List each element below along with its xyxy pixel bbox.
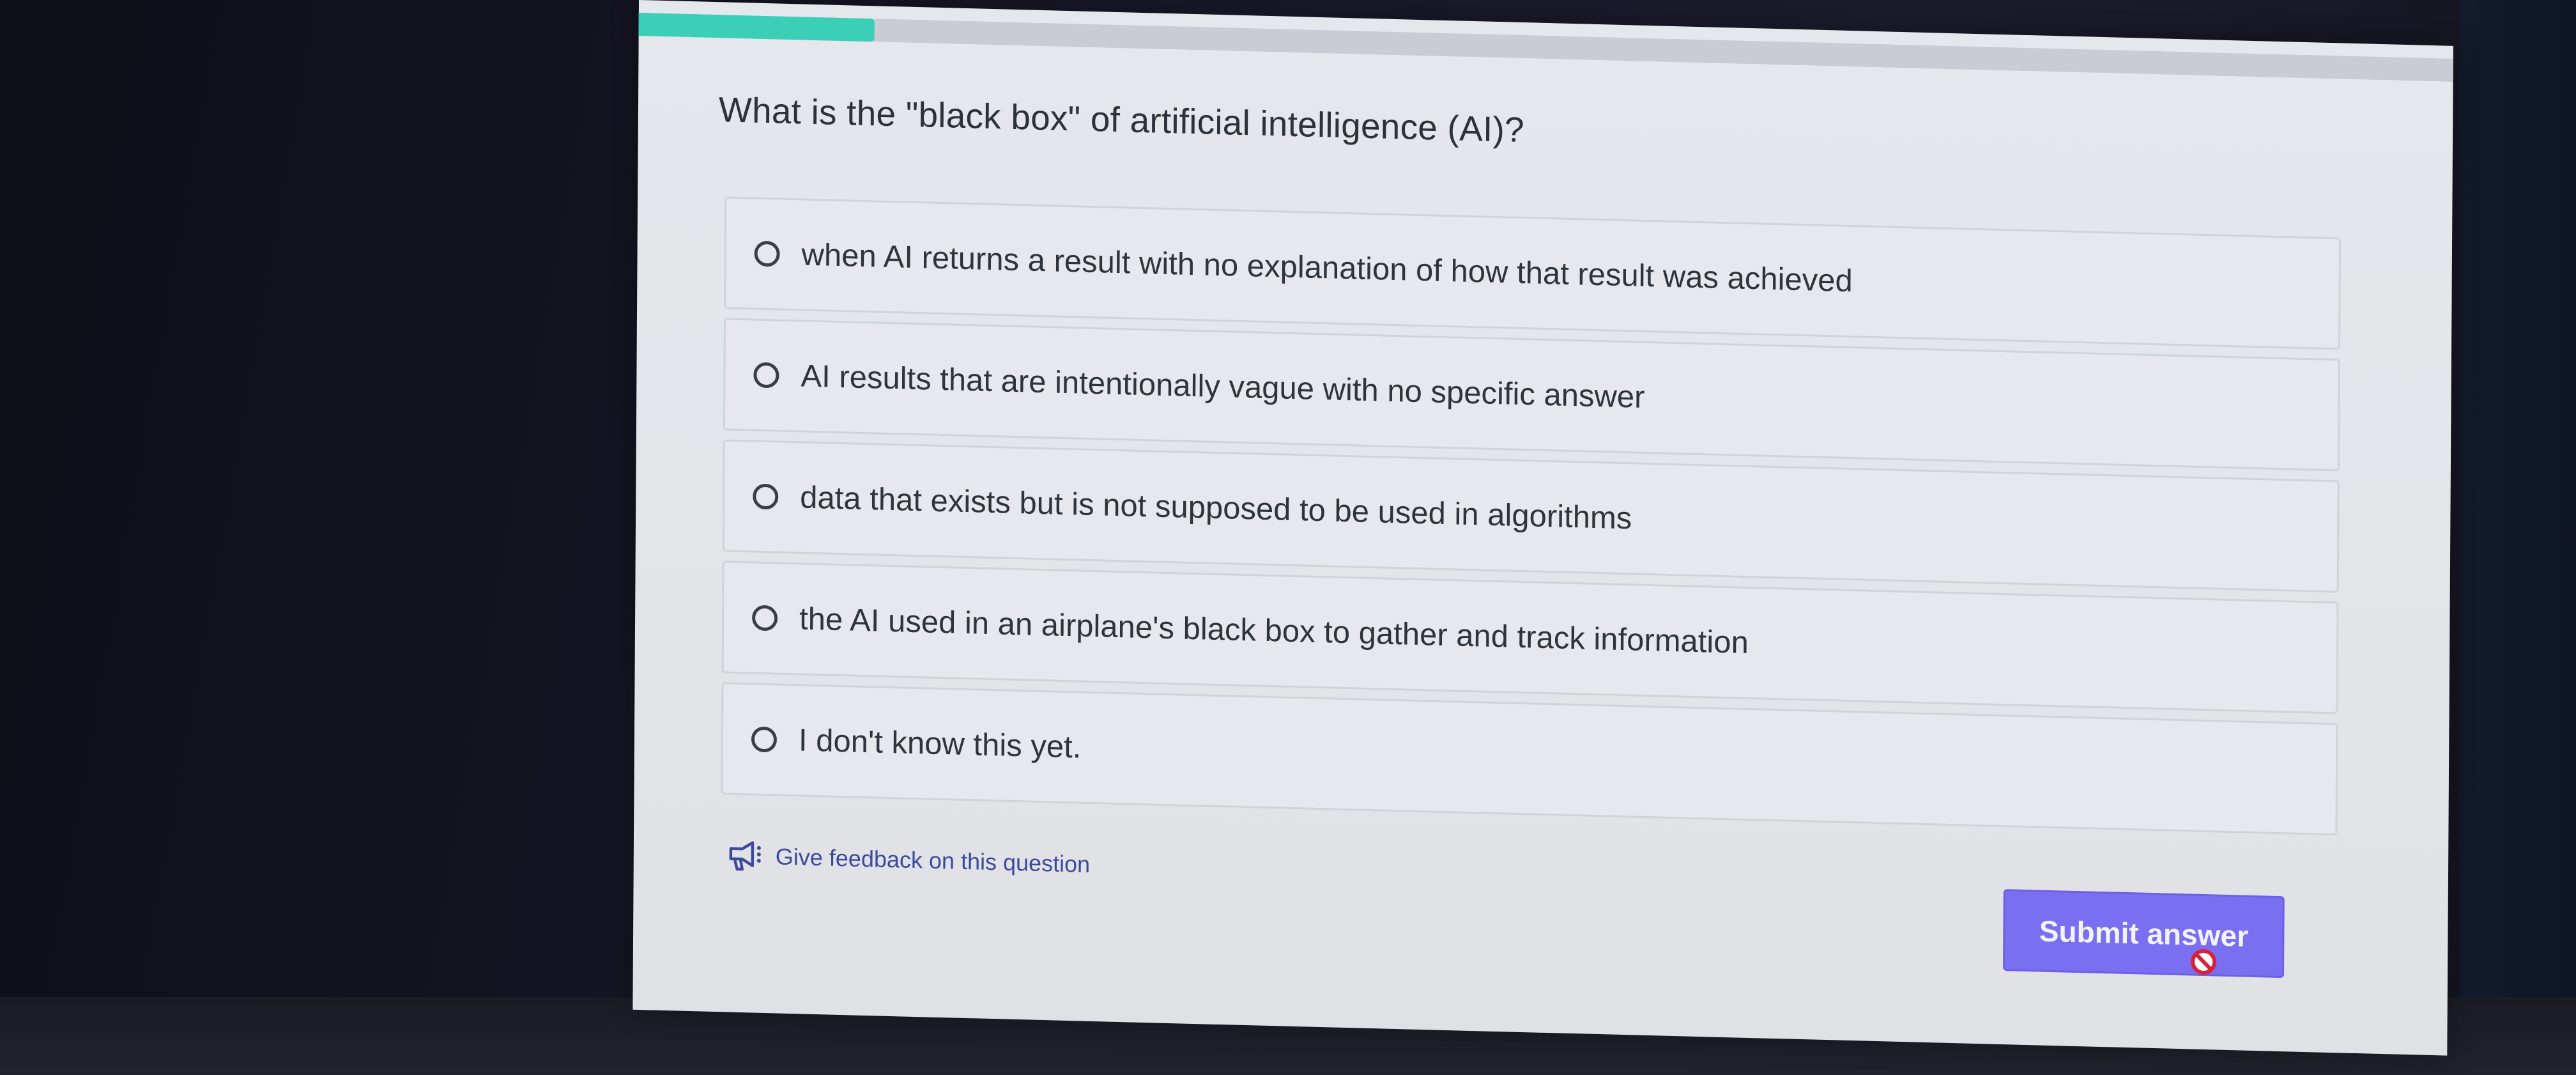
- answer-option-label: when AI returns a result with no explana…: [801, 237, 1853, 299]
- radio-button[interactable]: [751, 605, 778, 631]
- progress-bar: [638, 12, 2453, 82]
- answer-option-label: data that exists but is not supposed to …: [800, 480, 1632, 536]
- radio-button[interactable]: [753, 483, 779, 510]
- submit-answer-button[interactable]: Submit answer: [2003, 889, 2285, 978]
- question-text: What is the "black box" of artificial in…: [718, 89, 1524, 150]
- answer-option-label: I don't know this yet.: [798, 723, 1082, 765]
- answer-option-label: AI results that are intentionally vague …: [801, 359, 1645, 415]
- answer-option-label: the AI used in an airplane's black box t…: [799, 601, 1749, 660]
- radio-button[interactable]: [754, 240, 780, 267]
- photo-backdrop: What is the "black box" of artificial in…: [0, 0, 2576, 1075]
- answer-options: when AI returns a result with no explana…: [721, 196, 2342, 844]
- progress-bar-fill: [638, 12, 875, 42]
- question-card: What is the "black box" of artificial in…: [632, 0, 2453, 1056]
- no-entry-icon: [2191, 949, 2217, 975]
- radio-button[interactable]: [751, 726, 778, 753]
- feedback-link-label: Give feedback on this question: [775, 843, 1091, 878]
- background-window-edge: [2460, 0, 2576, 1075]
- submit-answer-label: Submit answer: [2039, 914, 2249, 953]
- radio-button[interactable]: [753, 362, 779, 389]
- feedback-link[interactable]: Give feedback on this question: [727, 840, 1091, 881]
- megaphone-icon: [729, 841, 761, 871]
